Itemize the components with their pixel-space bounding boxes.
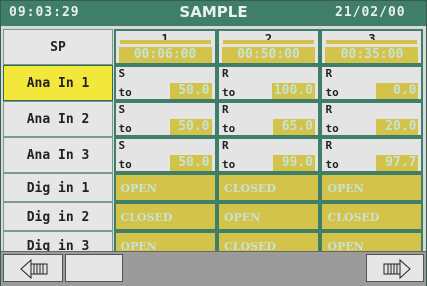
target-value: 99.0 (273, 155, 315, 171)
sp-cell[interactable]: 1 00:06:00 (113, 29, 217, 65)
to-label: to (118, 86, 132, 99)
target-value: 20.0 (376, 119, 419, 135)
program-table-window: 09:03:29 SAMPLE 21/02/00 SP 1 00:06:00 20… (0, 0, 427, 286)
digital-state: CLOSED (120, 211, 173, 224)
digital-cell[interactable]: CLOSED (113, 202, 217, 231)
segment-time: 00:50:00 (222, 47, 315, 63)
footer-bar (1, 251, 426, 286)
segment-bar (119, 40, 211, 44)
digital-cell[interactable]: OPEN (320, 173, 424, 202)
row-label-ana-in-2[interactable]: Ana In 2 (3, 101, 113, 137)
row-label-dig-in-2[interactable]: Dig in 2 (3, 202, 113, 231)
target-value: 97.7 (376, 155, 419, 171)
to-label: to (325, 122, 339, 135)
segment-bar (326, 40, 418, 44)
clock-date: 21/02/00 (335, 5, 406, 20)
target-value: 50.0 (169, 119, 212, 135)
ramp-mode: R (325, 103, 333, 116)
digital-row: Dig in 2 CLOSED OPEN CLOSED (3, 202, 424, 231)
analog-cell[interactable]: Rto 20.0 (320, 101, 424, 137)
analog-row: Ana In 1 Sto 50.0 Rto 100.0 Rto 0.0 (3, 65, 424, 101)
analog-cell[interactable]: Rto 99.0 (217, 137, 320, 173)
segment-time: 00:35:00 (325, 47, 419, 63)
ramp-mode: R (325, 67, 333, 80)
target-value: 50.0 (169, 83, 212, 99)
digital-state: CLOSED (327, 211, 380, 224)
digital-cell[interactable]: OPEN (113, 173, 217, 202)
analog-row: Ana In 2 Sto 50.0 Rto 65.0 Rto 20.0 (3, 101, 424, 137)
to-label: to (325, 158, 339, 171)
ramp-mode: R (325, 139, 333, 152)
target-value: 0.0 (376, 83, 419, 99)
digital-cell[interactable]: CLOSED (320, 202, 424, 231)
to-label: to (222, 122, 236, 135)
analog-cell[interactable]: Sto 50.0 (113, 65, 217, 101)
target-value: 50.0 (169, 155, 212, 171)
segment-time: 00:06:00 (118, 47, 212, 63)
scroll-right-icon (383, 259, 411, 279)
digital-state: OPEN (224, 211, 261, 224)
analog-cell[interactable]: Sto 50.0 (113, 101, 217, 137)
to-label: to (118, 122, 132, 135)
analog-cell[interactable]: Rto 100.0 (217, 65, 320, 101)
sp-cell[interactable]: 2 00:50:00 (217, 29, 320, 65)
sp-row: SP 1 00:06:00 2 00:50:00 3 00:35:00 (3, 29, 424, 65)
digital-state: OPEN (120, 182, 157, 195)
analog-row: Ana In 3 Sto 50.0 Rto 99.0 Rto 97.7 (3, 137, 424, 173)
sp-cell[interactable]: 3 00:35:00 (320, 29, 424, 65)
target-value: 100.0 (271, 83, 315, 99)
ramp-mode: R (222, 103, 229, 116)
row-label-dig-in-1[interactable]: Dig in 1 (3, 173, 113, 202)
footer-blank-button[interactable] (65, 254, 123, 282)
digital-row: Dig in 1 OPEN CLOSED OPEN (3, 173, 424, 202)
analog-cell[interactable]: Rto 0.0 (320, 65, 424, 101)
ramp-mode: S (118, 67, 126, 80)
digital-state: OPEN (327, 182, 364, 195)
to-label: to (118, 158, 132, 171)
sp-label: SP (3, 29, 113, 65)
digital-state: CLOSED (224, 182, 276, 195)
row-label-ana-in-3[interactable]: Ana In 3 (3, 137, 113, 173)
scroll-left-button[interactable] (3, 254, 63, 282)
to-label: to (222, 158, 236, 171)
analog-cell[interactable]: Rto 97.7 (320, 137, 424, 173)
header-bar: 09:03:29 SAMPLE 21/02/00 (1, 1, 426, 26)
segment-grid: SP 1 00:06:00 2 00:50:00 3 00:35:00 Ana In … (3, 29, 424, 260)
ramp-mode: S (118, 139, 126, 152)
analog-cell[interactable]: Sto 50.0 (113, 137, 217, 173)
scroll-left-icon (20, 259, 48, 279)
analog-cell[interactable]: Rto 65.0 (217, 101, 320, 137)
segment-bar (223, 40, 314, 44)
scroll-right-button[interactable] (366, 254, 424, 282)
digital-cell[interactable]: OPEN (217, 202, 320, 231)
target-value: 65.0 (273, 119, 315, 135)
ramp-mode: S (118, 103, 126, 116)
ramp-mode: R (222, 139, 229, 152)
digital-cell[interactable]: CLOSED (217, 173, 320, 202)
row-label-ana-in-1[interactable]: Ana In 1 (3, 65, 113, 101)
to-label: to (325, 86, 339, 99)
to-label: to (222, 86, 236, 99)
ramp-mode: R (222, 67, 229, 80)
